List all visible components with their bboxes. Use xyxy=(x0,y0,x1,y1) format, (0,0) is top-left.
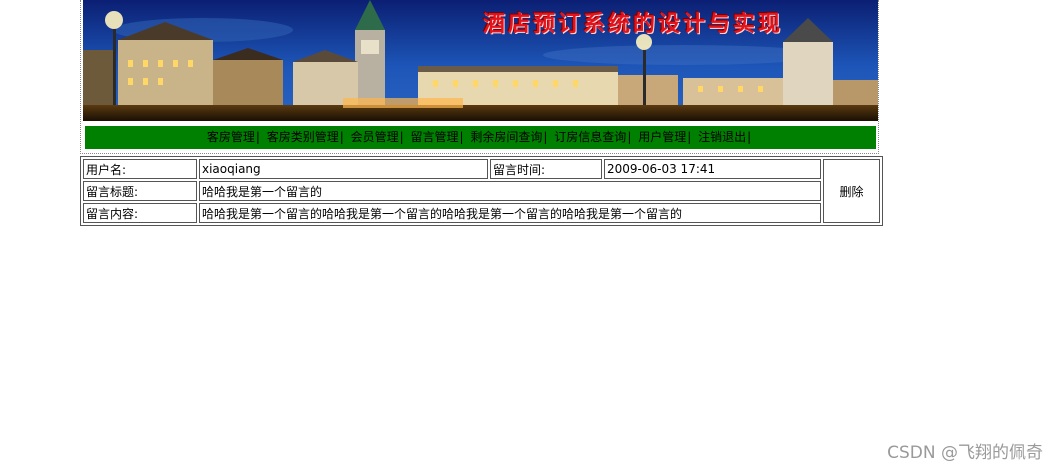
nav-separator: | xyxy=(459,130,464,144)
username-value: xiaoqiang xyxy=(199,159,488,179)
delete-button[interactable]: 删除 xyxy=(839,185,863,199)
table-row: 留言内容: 哈哈我是第一个留言的哈哈我是第一个留言的哈哈我是第一个留言的哈哈我是… xyxy=(83,203,880,223)
watermark-text: CSDN @飞翔的佩奇 xyxy=(887,443,1043,463)
nav-separator: | xyxy=(339,130,344,144)
title-label: 留言标题: xyxy=(83,181,197,201)
table-row: 用户名: xiaoqiang 留言时间: 2009-06-03 17:41 删除 xyxy=(83,159,880,223)
nav-separator: | xyxy=(399,130,404,144)
delete-cell: 删除 xyxy=(823,159,880,223)
nav-item-logout[interactable]: 注销退出 xyxy=(698,130,746,144)
nav-item-message-management[interactable]: 留言管理 xyxy=(411,130,459,144)
nav-separator: | xyxy=(747,130,752,144)
nav-separator: | xyxy=(687,130,692,144)
nav-item-room-management[interactable]: 客房管理 xyxy=(207,130,255,144)
time-label: 留言时间: xyxy=(490,159,602,179)
time-value: 2009-06-03 17:41 xyxy=(604,159,821,179)
nav-item-user-management[interactable]: 用户管理 xyxy=(638,130,686,144)
main-nav: 客房管理| 客房类别管理| 会员管理| 留言管理| 剩余房间查询| 订房信息查询… xyxy=(85,126,876,149)
title-value: 哈哈我是第一个留言的 xyxy=(199,181,821,201)
content-value: 哈哈我是第一个留言的哈哈我是第一个留言的哈哈我是第一个留言的哈哈我是第一个留言的 xyxy=(199,203,821,223)
table-row: 留言标题: 哈哈我是第一个留言的 xyxy=(83,181,880,201)
banner-title: 酒店预订系统的设计与实现 xyxy=(482,11,783,37)
username-label: 用户名: xyxy=(83,159,197,179)
banner-image: 酒店预订系统的设计与实现 xyxy=(83,0,878,121)
nav-item-member-management[interactable]: 会员管理 xyxy=(351,130,399,144)
nav-separator: | xyxy=(627,130,632,144)
content-label: 留言内容: xyxy=(83,203,197,223)
nav-item-remaining-rooms-query[interactable]: 剩余房间查询 xyxy=(470,130,542,144)
nav-separator: | xyxy=(543,130,548,144)
message-table: 用户名: xiaoqiang 留言时间: 2009-06-03 17:41 删除… xyxy=(80,156,883,226)
nav-item-booking-info-query[interactable]: 订房信息查询 xyxy=(554,130,626,144)
nav-separator: | xyxy=(255,130,260,144)
nav-item-room-category-management[interactable]: 客房类别管理 xyxy=(267,130,339,144)
